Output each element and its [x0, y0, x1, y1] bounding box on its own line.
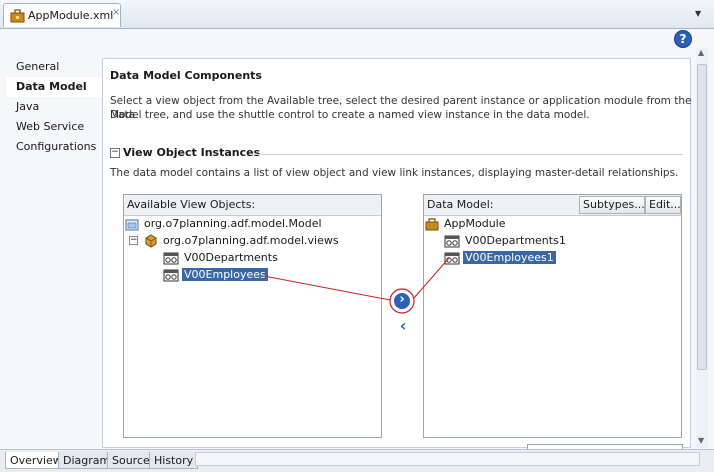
- annotation-line-source: [263, 275, 391, 301]
- shuttle-add-button[interactable]: ›: [394, 293, 410, 309]
- annotation-line-target: [413, 257, 450, 299]
- annotation-overlay: [263, 257, 450, 314]
- scroll-thumb[interactable]: [697, 64, 707, 370]
- horizontal-scrollbar[interactable]: [195, 452, 700, 466]
- tab-history[interactable]: History: [149, 452, 199, 469]
- scroll-up-icon[interactable]: ▲: [698, 48, 704, 57]
- tab-source[interactable]: Source: [107, 452, 155, 469]
- scroll-down-icon[interactable]: ▼: [698, 436, 704, 445]
- shuttle-remove-button[interactable]: ‹: [396, 318, 410, 334]
- vertical-scrollbar[interactable]: ▲ ▼: [696, 48, 708, 448]
